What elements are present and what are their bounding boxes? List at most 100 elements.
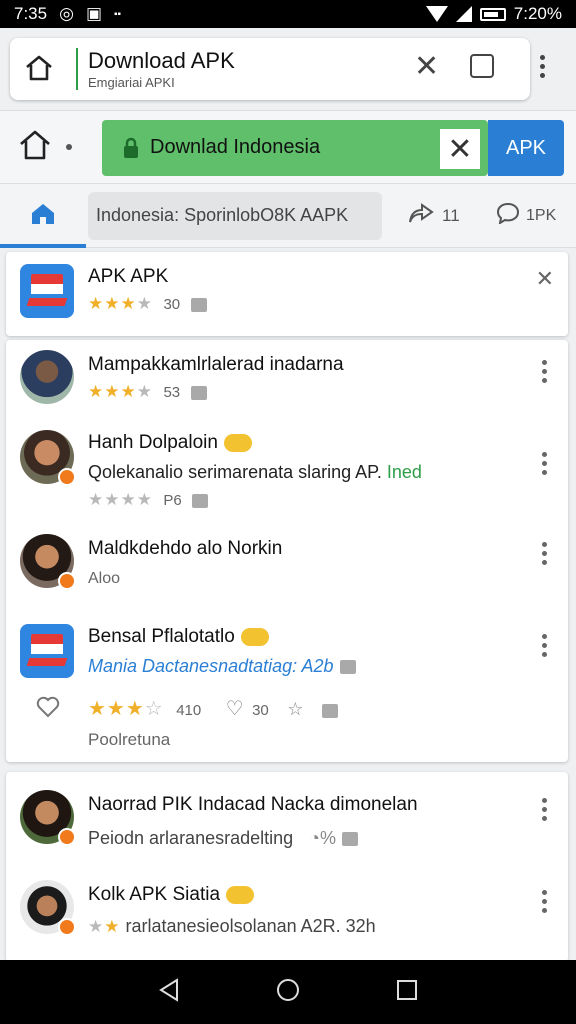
tab-share[interactable]: 11 bbox=[408, 202, 460, 229]
more-notifications-icon: ▪▪ bbox=[114, 8, 122, 20]
url-subtitle: Emgiariai APKI bbox=[88, 75, 175, 90]
tab-home[interactable] bbox=[0, 184, 86, 248]
rating-count: 53 bbox=[163, 384, 181, 401]
item-title: Maldkdehdo alo Norkin bbox=[88, 538, 283, 559]
status-time-right: 7:20% bbox=[513, 4, 562, 23]
rating-row: ★★★★ 30 bbox=[88, 294, 207, 314]
item-link-text: Mania Dactanesnadtatiag: A2b bbox=[88, 656, 334, 676]
search-input[interactable]: Indonesia: SporinlobO8K AAPK bbox=[88, 192, 382, 240]
item-title: Kolk APK Siatia bbox=[88, 884, 255, 906]
item-description-accent: Ined bbox=[386, 462, 422, 482]
item-description: Qolekanalio serimarenata slaring AP. Ine… bbox=[88, 462, 422, 483]
avatar bbox=[20, 790, 76, 846]
rating-count: P6 bbox=[163, 492, 182, 509]
rating-row: ★★★☆ 410 ♡ 30 ☆ bbox=[88, 696, 338, 721]
url-card: Download APK Emgiariai APKI ✕ bbox=[10, 38, 530, 100]
battery-icon bbox=[479, 7, 506, 21]
list-item[interactable]: Hanh Dolpaloin Qolekanalio serimarenata … bbox=[6, 424, 568, 524]
url-title[interactable]: Download APK bbox=[88, 48, 235, 74]
more-options-icon[interactable] bbox=[542, 890, 548, 917]
recents-icon[interactable] bbox=[395, 978, 419, 1007]
tabs-row: Indonesia: SporinlobO8K AAPK 11 1PK bbox=[0, 184, 576, 248]
coin-icon bbox=[240, 627, 269, 646]
list-item[interactable]: Naorrad PIK Indacad Nacka dimonelan Peio… bbox=[6, 772, 568, 864]
rating-row: ★★★★ 53 bbox=[88, 382, 207, 402]
list-item[interactable]: Mampakkamlrlalerad inadarna ★★★★ 53 bbox=[6, 340, 568, 420]
status-bar: 7:35 ◎ ▣ ▪▪ 7:20% bbox=[0, 0, 576, 28]
list-item[interactable]: Kolk APK Siatia ★★ rarlatanesieolsolanan… bbox=[6, 872, 568, 962]
active-tab-indicator bbox=[0, 244, 86, 248]
rating-count: 30 bbox=[163, 296, 181, 313]
lock-icon bbox=[122, 137, 140, 164]
item-subtitle-text: Peiodn arlaranesradelting bbox=[88, 828, 294, 848]
star-icon: ★★★★ bbox=[88, 490, 153, 509]
more-options-icon[interactable] bbox=[542, 360, 548, 387]
list-card: Mampakkamlrlalerad inadarna ★★★★ 53 Hanh… bbox=[6, 340, 568, 762]
rating-row: ★★★★ P6 bbox=[88, 490, 209, 510]
more-options-icon[interactable] bbox=[542, 634, 548, 661]
list-item[interactable]: Maldkdehdo alo Norkin Aloo bbox=[6, 526, 568, 614]
signal-icon bbox=[455, 6, 472, 22]
close-icon[interactable]: ✕ bbox=[414, 52, 439, 82]
status-time-left: 7:35 bbox=[14, 4, 48, 23]
back-icon[interactable] bbox=[157, 977, 181, 1008]
list-item[interactable]: Bensal Pflalotatlo Mania Dactanesnadtati… bbox=[6, 618, 568, 758]
thumb-icon bbox=[190, 297, 207, 312]
chat-label: 1PK bbox=[526, 206, 557, 224]
progress-icon: ◔ bbox=[309, 828, 321, 848]
thumb-icon bbox=[339, 660, 356, 675]
item-title-text: Hanh Dolpaloin bbox=[88, 432, 218, 453]
heart-icon[interactable]: ♡ bbox=[226, 698, 244, 720]
app-notification-icon: ▣ bbox=[85, 4, 102, 23]
like-count: 30 bbox=[252, 702, 269, 719]
thumb-icon bbox=[190, 385, 207, 400]
star-outline-icon[interactable]: ☆ bbox=[287, 699, 303, 719]
avatar bbox=[20, 880, 76, 936]
top-app-card[interactable]: APK APK ★★★★ 30 ✕ bbox=[6, 252, 568, 336]
download-banner-text: Downlad Indonesia bbox=[150, 136, 321, 158]
apk-button[interactable]: APK bbox=[488, 120, 564, 176]
verified-badge-icon bbox=[58, 468, 76, 486]
app-icon bbox=[20, 264, 74, 318]
item-subtitle: Aloo bbox=[88, 570, 121, 587]
heart-icon[interactable] bbox=[36, 696, 60, 723]
home-icon bbox=[30, 202, 56, 231]
item-title: Hanh Dolpaloin bbox=[88, 432, 252, 454]
item-title: Naorrad PIK Indacad Nacka dimonelan bbox=[88, 794, 418, 815]
chat-icon bbox=[496, 202, 520, 229]
item-subtitle: Peiodn arlaranesradelting ◔% bbox=[88, 828, 359, 849]
app-title: APK APK bbox=[88, 266, 169, 287]
avatar bbox=[20, 350, 74, 404]
home-icon[interactable] bbox=[18, 129, 52, 166]
share-count: 11 bbox=[442, 205, 460, 225]
thumb-icon bbox=[321, 703, 338, 718]
item-link[interactable]: Mania Dactanesnadtatiag: A2b bbox=[88, 656, 356, 677]
share-icon bbox=[408, 202, 434, 229]
url-divider bbox=[76, 48, 78, 90]
app-icon bbox=[20, 624, 74, 678]
avatar bbox=[20, 534, 76, 590]
home-icon[interactable] bbox=[24, 54, 54, 87]
more-options-icon[interactable] bbox=[542, 452, 548, 479]
thumb-icon bbox=[192, 493, 209, 508]
close-icon[interactable]: ✕ bbox=[536, 266, 554, 292]
star-icon: ★★★★ bbox=[88, 382, 153, 401]
download-banner[interactable]: Downlad Indonesia bbox=[102, 120, 488, 176]
thumb-icon bbox=[342, 832, 359, 847]
star-icon: ★★★☆ bbox=[88, 698, 164, 720]
bottom-list-card: Naorrad PIK Indacad Nacka dimonelan Peio… bbox=[6, 772, 568, 962]
item-description-text: Qolekanalio serimarenata slaring AP. bbox=[88, 462, 382, 482]
verified-badge-icon bbox=[58, 828, 76, 846]
item-footer: Poolretuna bbox=[88, 730, 171, 749]
close-icon[interactable]: ✕ bbox=[440, 129, 480, 169]
tab-switcher-icon[interactable] bbox=[470, 54, 494, 78]
menu-icon[interactable] bbox=[532, 55, 552, 78]
avatar bbox=[20, 430, 76, 486]
more-options-icon[interactable] bbox=[542, 798, 548, 825]
item-title-text: Kolk APK Siatia bbox=[88, 884, 221, 905]
home-nav-icon[interactable] bbox=[275, 977, 301, 1008]
tab-chat[interactable]: 1PK bbox=[496, 202, 556, 229]
system-navigation-bar bbox=[0, 960, 576, 1024]
more-options-icon[interactable] bbox=[542, 542, 548, 569]
notification-icon: ◎ bbox=[59, 4, 74, 23]
